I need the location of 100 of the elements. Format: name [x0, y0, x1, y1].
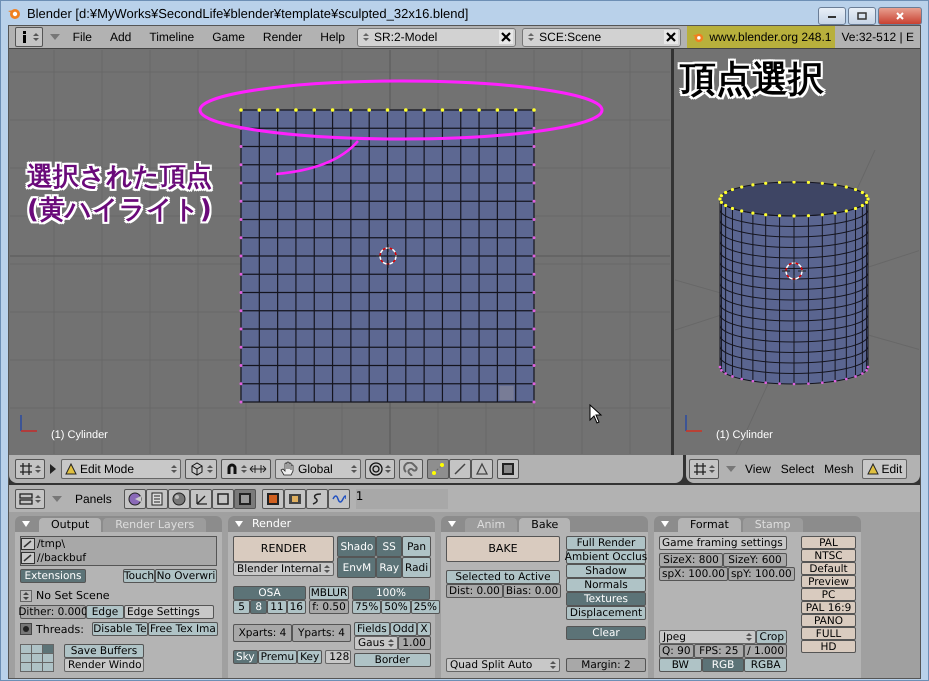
render-size-button[interactable]: 100% [352, 586, 430, 600]
menu-item[interactable]: Timeline [143, 30, 200, 44]
game-framing-button[interactable]: Game framing settings [659, 536, 787, 550]
save-buffers-toggle[interactable]: Save Buffers [64, 644, 144, 658]
panel-tab[interactable]: Output [39, 518, 102, 532]
size-y-field[interactable]: SizeY: 600 [723, 553, 787, 567]
menu-item[interactable]: Render [256, 30, 308, 44]
mode-dropdown[interactable]: Edit [862, 459, 908, 479]
blur-factor-field[interactable]: f: 0.50 [309, 600, 349, 614]
aspect-x-field[interactable]: spX: 100.00 [659, 567, 728, 581]
expand-triangle-icon[interactable] [49, 463, 57, 475]
fps-field[interactable]: FPS: 25 [694, 644, 744, 658]
updown-arrow-icon[interactable] [20, 590, 32, 602]
folder-icon[interactable] [21, 552, 35, 564]
proportional-edit-button[interactable] [365, 459, 395, 479]
render-option-toggle[interactable]: EnvM [337, 557, 376, 578]
render-size-button[interactable]: 25% [410, 600, 440, 614]
collapse-triangle-icon[interactable] [21, 520, 31, 528]
format-preset-button[interactable]: PC [801, 588, 856, 601]
folder-icon[interactable] [21, 538, 35, 550]
select-mode-button[interactable] [427, 459, 449, 479]
edge-toggle[interactable]: Edge [86, 605, 124, 619]
alpha-mode-button[interactable]: Premu [258, 650, 298, 664]
fields-toggle[interactable]: Fields [354, 622, 390, 636]
xparts-field[interactable]: Xparts: 4 [233, 624, 292, 642]
render-option-toggle[interactable]: Ray [376, 557, 402, 578]
subcontext-tab[interactable] [262, 488, 284, 508]
crop-toggle[interactable]: Crop [756, 630, 787, 644]
maximize-button[interactable] [848, 7, 876, 25]
editor-type-button[interactable] [689, 459, 719, 479]
select-mode-button[interactable] [449, 459, 471, 479]
yparts-field[interactable]: Yparts: 4 [292, 624, 351, 642]
close-button[interactable] [878, 7, 922, 25]
editor-type-button[interactable] [15, 27, 43, 47]
render-engine-dropdown[interactable]: Blender Internal [233, 562, 334, 576]
context-tab[interactable] [190, 488, 212, 508]
snap-button[interactable] [399, 459, 423, 479]
osa-toggle[interactable]: OSA [233, 586, 306, 600]
menu-item[interactable]: Help [314, 30, 351, 44]
alpha-mode-button[interactable]: Sky [233, 650, 258, 664]
filter-size-field[interactable]: 1.00 [398, 636, 431, 650]
render-size-button[interactable]: 75% [352, 600, 382, 614]
window-position-grid-icon[interactable] [20, 644, 54, 672]
free-tex-toggle[interactable]: Free Tex Ima [148, 622, 218, 636]
render-option-toggle[interactable]: SS [376, 536, 402, 557]
odd-toggle[interactable]: Odd [390, 622, 418, 636]
format-preset-button[interactable]: HD [801, 640, 856, 653]
context-tab[interactable] [146, 488, 168, 508]
file-type-dropdown[interactable]: Jpeg [659, 630, 756, 644]
bake-mode-button[interactable]: Displacement [566, 606, 646, 620]
render-window-dropdown[interactable]: Render Windo [64, 658, 144, 672]
delete-icon[interactable] [664, 30, 678, 44]
editor-type-button[interactable] [15, 488, 45, 508]
menu-item[interactable]: File [66, 30, 98, 44]
collapse-triangle-icon[interactable] [234, 520, 244, 528]
motion-blur-toggle[interactable]: MBLUR [309, 586, 349, 600]
osa-level-button[interactable]: 16 [286, 600, 306, 614]
subcontext-tab[interactable] [306, 488, 328, 508]
x-toggle[interactable]: X [417, 622, 431, 636]
margin-field[interactable]: Margin: 2 [566, 658, 646, 672]
context-tab[interactable] [212, 488, 234, 508]
clear-button[interactable]: Clear [566, 626, 646, 640]
split-mode-dropdown[interactable]: Quad Split Auto [446, 658, 560, 672]
bias-field[interactable]: Bias: 0.00 [502, 584, 562, 598]
orientation-dropdown[interactable]: Global [275, 459, 361, 479]
screen-selector[interactable]: SR:2-Model [356, 28, 516, 46]
collapse-triangle-icon[interactable] [447, 520, 457, 528]
menu-item[interactable]: Game [206, 30, 251, 44]
selected-to-active-toggle[interactable]: Selected to Active [446, 570, 560, 584]
touch-toggle[interactable]: Touch [123, 569, 155, 583]
subcontext-tab[interactable] [284, 488, 306, 508]
edge-settings-button[interactable]: Edge Settings [124, 605, 214, 619]
menu-item[interactable]: Mesh [822, 462, 856, 476]
depth-dropdown[interactable]: 128 [325, 650, 351, 664]
mode-dropdown[interactable]: Edit Mode [61, 459, 181, 479]
bake-mode-button[interactable]: Full Render [566, 536, 646, 550]
border-toggle[interactable]: Border [354, 653, 431, 667]
threads-icon[interactable] [20, 623, 32, 635]
minimize-button[interactable] [818, 7, 846, 25]
alpha-mode-button[interactable]: Key [297, 650, 322, 664]
disable-tex-toggle[interactable]: Disable Te [92, 622, 148, 636]
subcontext-tab[interactable] [328, 488, 350, 508]
render-button[interactable]: RENDER [233, 536, 334, 562]
frame-number-field[interactable]: 1 [356, 488, 448, 508]
quality-field[interactable]: Q: 90 [659, 644, 694, 658]
size-x-field[interactable]: SizeX: 800 [659, 553, 723, 567]
select-mode-button[interactable] [471, 459, 493, 479]
editor-type-button[interactable] [15, 459, 45, 479]
draw-type-button[interactable] [185, 459, 217, 479]
bake-mode-button[interactable]: Textures [566, 592, 646, 606]
aspect-y-field[interactable]: spY: 100.00 [728, 567, 795, 581]
panel-tab[interactable]: Bake [519, 518, 570, 532]
delete-icon[interactable] [499, 30, 514, 44]
menu-item[interactable]: Add [104, 30, 138, 44]
color-mode-button[interactable]: BW [659, 658, 702, 672]
format-preset-button[interactable]: FULL [801, 627, 856, 640]
format-preset-button[interactable]: Preview [801, 575, 856, 588]
osa-level-button[interactable]: 5 [233, 600, 250, 614]
bake-mode-button[interactable]: Shadow [566, 564, 646, 578]
context-tab[interactable] [124, 488, 146, 508]
